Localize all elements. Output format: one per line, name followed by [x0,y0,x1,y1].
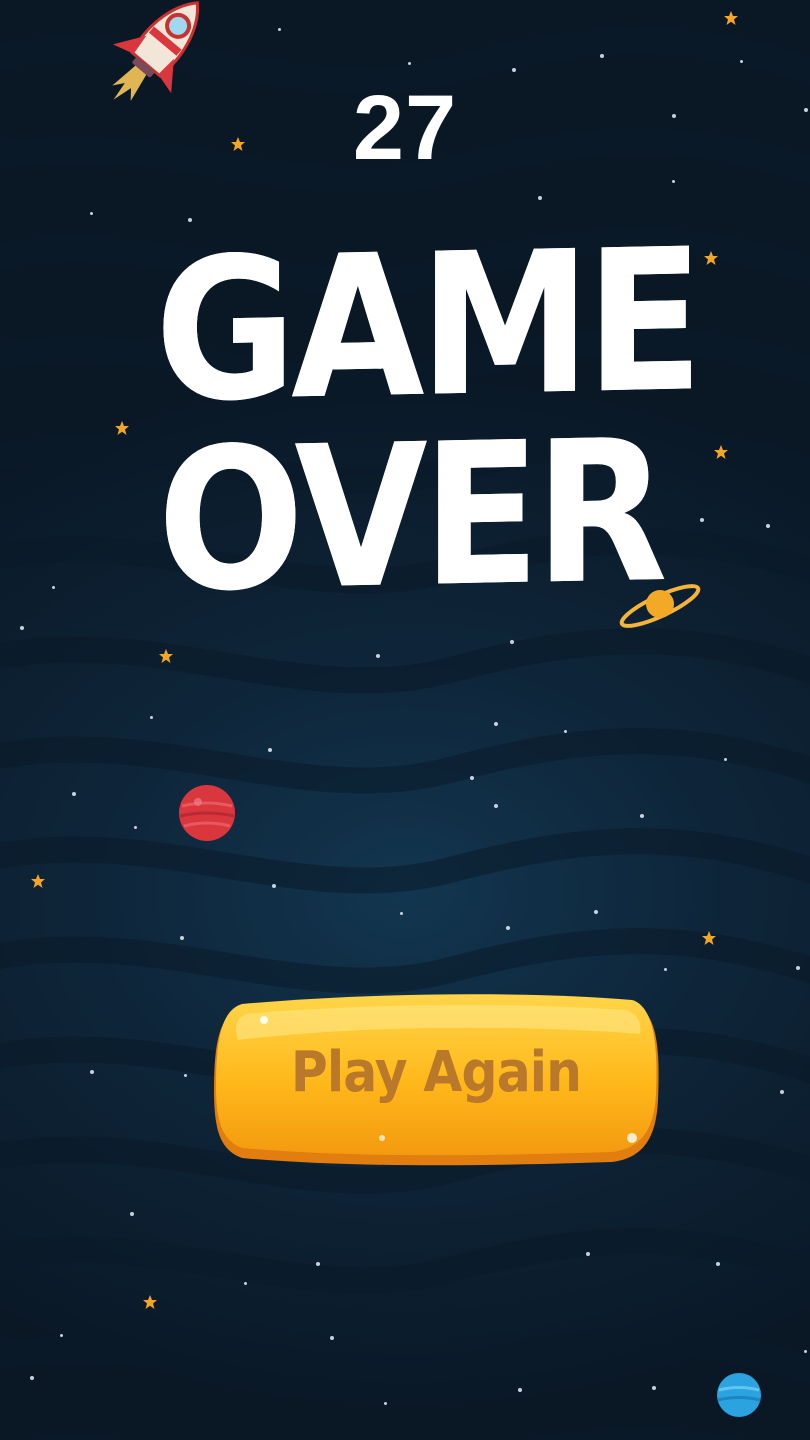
star-dot [384,1402,387,1405]
star-dot [538,196,542,200]
star-dot [796,966,800,970]
star-dot [804,1350,807,1353]
star-dot [766,524,770,528]
star-dot [272,884,276,888]
star-dot [640,814,644,818]
play-again-button[interactable]: Play Again [212,990,660,1166]
star-dot [20,626,24,630]
star-dot [672,180,675,183]
star-dot [652,1386,656,1390]
star-icon [143,1295,157,1309]
star-icon [702,931,716,945]
star-dot [184,1074,187,1077]
star-dot [400,912,403,915]
star-dot [244,1282,247,1285]
star-dot [724,758,727,761]
star-dot [180,936,184,940]
star-dot [470,776,474,780]
play-again-label: Play Again [290,1040,582,1105]
star-dot [586,1252,590,1256]
star-dot [52,586,55,589]
star-dot [506,926,510,930]
star-dot [150,716,153,719]
star-icon [159,649,173,663]
star-dot [664,968,667,971]
star-dot [130,1212,134,1216]
star-dot [494,722,498,726]
ringed-planet-icon [619,584,701,628]
star-dot [512,68,516,72]
star-dot [594,910,598,914]
star-dot [564,730,567,733]
game-over-title: GAME OVER [120,207,700,636]
red-planet-icon [179,785,235,841]
star-dot [780,1090,784,1094]
star-dot [30,1376,34,1380]
star-dot [330,1336,334,1340]
star-icon [704,251,718,265]
game-over-screen: 27 GAME OVER Play Again [0,0,810,1440]
star-dot [134,826,137,829]
star-icon [31,874,45,888]
star-icon [714,445,728,459]
star-dot [72,792,76,796]
star-dot [494,804,498,808]
star-dot [510,640,514,644]
star-dot [60,1334,63,1337]
star-dot [90,1070,94,1074]
star-dot [90,212,93,215]
star-dot [740,60,743,63]
score-counter: 27 [352,77,458,179]
title-line-1: GAME [154,207,699,447]
star-dot [716,1262,720,1266]
star-icon [724,11,738,25]
star-dot [316,1262,320,1266]
blue-planet-icon [717,1373,761,1417]
star-dot [376,654,380,658]
star-dot [518,1388,522,1392]
star-dot [278,28,281,31]
star-dot [700,518,704,522]
star-dot [408,62,411,65]
title-line-2: OVER [157,397,663,637]
star-dot [268,748,272,752]
star-dot [600,54,604,58]
